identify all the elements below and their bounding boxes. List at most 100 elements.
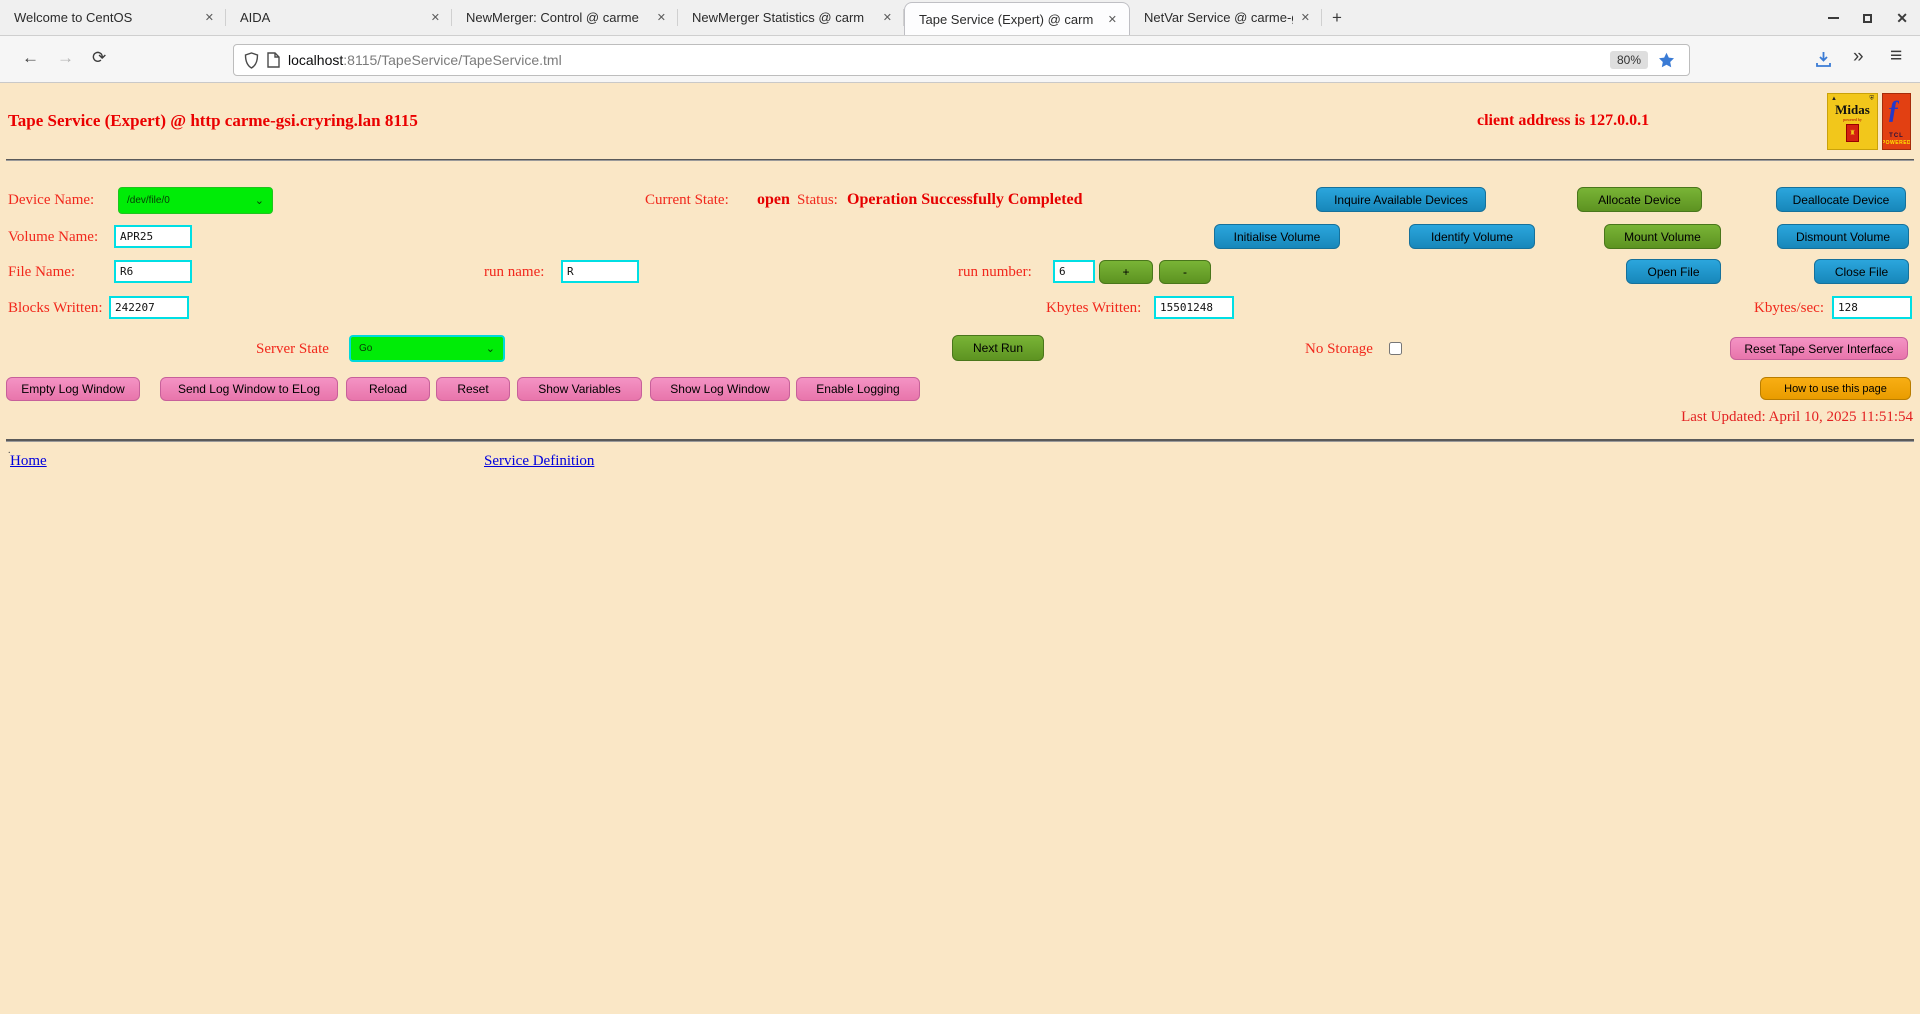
how-to-use-this-page-button[interactable]: How to use this page [1760,377,1911,400]
next-run-button[interactable]: Next Run [952,335,1044,361]
page-title: Tape Service (Expert) @ http carme-gsi.c… [8,111,418,131]
tab-title: Welcome to CentOS [14,10,197,25]
file-name-input[interactable] [114,260,192,283]
tab-close-icon[interactable]: ✕ [653,9,670,26]
tab-close-icon[interactable]: ✕ [427,9,444,26]
send-log-window-to-elog-button[interactable]: Send Log Window to ELog [160,377,338,401]
tab-title: NewMerger Statistics @ carm [692,10,875,25]
kbytes-written-label: Kbytes Written: [1046,300,1141,317]
deallocate-device-button[interactable]: Deallocate Device [1776,187,1906,212]
tab-close-icon[interactable]: ✕ [1297,9,1314,26]
device-name-label: Device Name: [8,192,94,209]
blocks-written-input[interactable] [109,296,189,319]
forward-icon[interactable]: → [57,48,74,68]
close-window-icon[interactable]: ✕ [1896,10,1908,27]
restore-icon[interactable] [1863,14,1872,23]
zoom-level-badge[interactable]: 80% [1610,51,1648,69]
tab-tape-service-active[interactable]: Tape Service (Expert) @ carm ✕ [904,2,1130,35]
server-state-value: Go [359,343,372,354]
run-name-label: run name: [484,264,544,281]
hamburger-menu-icon[interactable]: ≡ [1890,44,1902,68]
url-host: localhost [288,52,343,68]
url-bar[interactable]: localhost:8115/TapeService/TapeService.t… [233,44,1690,76]
kbytes-per-sec-input[interactable] [1832,296,1912,319]
tcl-feather-icon: ƒ [1887,95,1900,125]
divider [6,439,1914,442]
tab-title: AIDA [240,10,423,25]
empty-log-window-button[interactable]: Empty Log Window [6,377,140,401]
tab-title: Tape Service (Expert) @ carm [919,12,1100,27]
page-icon[interactable] [267,52,280,68]
identify-volume-button[interactable]: Identify Volume [1409,224,1535,249]
overflow-menu-icon[interactable]: » [1853,46,1864,68]
minimize-icon[interactable] [1828,17,1839,19]
chevron-down-icon: ⌄ [486,342,495,355]
initialise-volume-button[interactable]: Initialise Volume [1214,224,1340,249]
tab-title: NewMerger: Control @ carme [466,10,649,25]
home-link[interactable]: Home [10,453,47,470]
run-number-increment-button[interactable]: + [1099,260,1153,284]
enable-logging-button[interactable]: Enable Logging [796,377,920,401]
tab-welcome-centos[interactable]: Welcome to CentOS ✕ [0,0,226,35]
url-text[interactable]: localhost:8115/TapeService/TapeService.t… [288,52,1610,68]
tab-close-icon[interactable]: ✕ [879,9,896,26]
browser-toolbar: ← → ⟳ localhost:8115/TapeService/TapeSer… [0,36,1920,83]
tab-newmerger-statistics[interactable]: NewMerger Statistics @ carm ✕ [678,0,904,35]
server-state-select[interactable]: Go ⌄ [349,335,505,362]
new-tab-button[interactable]: + [1322,0,1352,35]
tab-aida[interactable]: AIDA ✕ [226,0,452,35]
open-file-button[interactable]: Open File [1626,259,1721,284]
tab-close-icon[interactable]: ✕ [201,9,218,26]
dismount-volume-button[interactable]: Dismount Volume [1777,224,1909,249]
service-definition-link[interactable]: Service Definition [484,453,594,470]
close-file-button[interactable]: Close File [1814,259,1909,284]
tab-close-icon[interactable]: ✕ [1104,11,1121,28]
downloads-icon[interactable] [1815,51,1832,73]
device-name-select[interactable]: /dev/file/0 ⌄ [118,187,273,214]
status-label: Status: [797,192,838,209]
kbytes-written-input[interactable] [1154,296,1234,319]
tape-service-page: Tape Service (Expert) @ http carme-gsi.c… [0,83,1920,1014]
server-state-label: Server State [256,341,329,358]
no-storage-label: No Storage [1305,341,1373,358]
show-variables-button[interactable]: Show Variables [517,377,642,401]
client-address-text: client address is 127.0.0.1 [1477,112,1649,130]
show-log-window-button[interactable]: Show Log Window [650,377,790,401]
current-state-label: Current State: [645,192,729,209]
allocate-device-button[interactable]: Allocate Device [1577,187,1702,212]
bookmark-star-icon[interactable] [1658,52,1675,69]
midas-logo-subtext: powered by [1843,117,1862,122]
tab-newmerger-control[interactable]: NewMerger: Control @ carme ✕ [452,0,678,35]
inquire-available-devices-button[interactable]: Inquire Available Devices [1316,187,1486,212]
no-storage-checkbox[interactable] [1389,342,1402,355]
reset-button[interactable]: Reset [436,377,510,401]
status-value: Operation Successfully Completed [847,191,1083,209]
run-number-decrement-button[interactable]: - [1159,260,1211,284]
tcl-logo-subtext: POWERED [1882,140,1911,146]
tcl-logo-text: TCL [1889,133,1904,139]
chevron-down-icon: ⌄ [255,194,264,207]
tab-title: NetVar Service @ carme-gsi [1144,10,1293,25]
midas-logo-tag: ♜ [1846,124,1859,142]
file-name-label: File Name: [8,264,75,281]
tcl-powered-logo: ƒ TCL POWERED [1882,93,1911,150]
mount-volume-button[interactable]: Mount Volume [1604,224,1721,249]
reload-icon[interactable]: ⟳ [92,48,106,68]
reset-tape-server-interface-button[interactable]: Reset Tape Server Interface [1730,337,1908,360]
midas-logo: ▲⛨ Midas powered by ♜ [1827,93,1878,150]
browser-tab-bar: Welcome to CentOS ✕ AIDA ✕ NewMerger: Co… [0,0,1920,36]
run-name-input[interactable] [561,260,639,283]
kbytes-per-sec-label: Kbytes/sec: [1754,300,1824,317]
volume-name-input[interactable] [114,225,192,248]
back-icon[interactable]: ← [22,48,39,68]
tab-netvar-service[interactable]: NetVar Service @ carme-gsi ✕ [1130,0,1322,35]
device-name-value: /dev/file/0 [127,195,170,206]
last-updated-text: Last Updated: April 10, 2025 11:51:54 [1681,409,1913,426]
url-path: :8115/TapeService/TapeService.tml [343,52,561,68]
blocks-written-label: Blocks Written: [8,300,103,317]
shield-icon[interactable] [244,52,259,69]
run-number-label: run number: [958,264,1032,281]
run-number-input[interactable] [1053,260,1095,283]
divider [6,159,1914,161]
reload-button[interactable]: Reload [346,377,430,401]
